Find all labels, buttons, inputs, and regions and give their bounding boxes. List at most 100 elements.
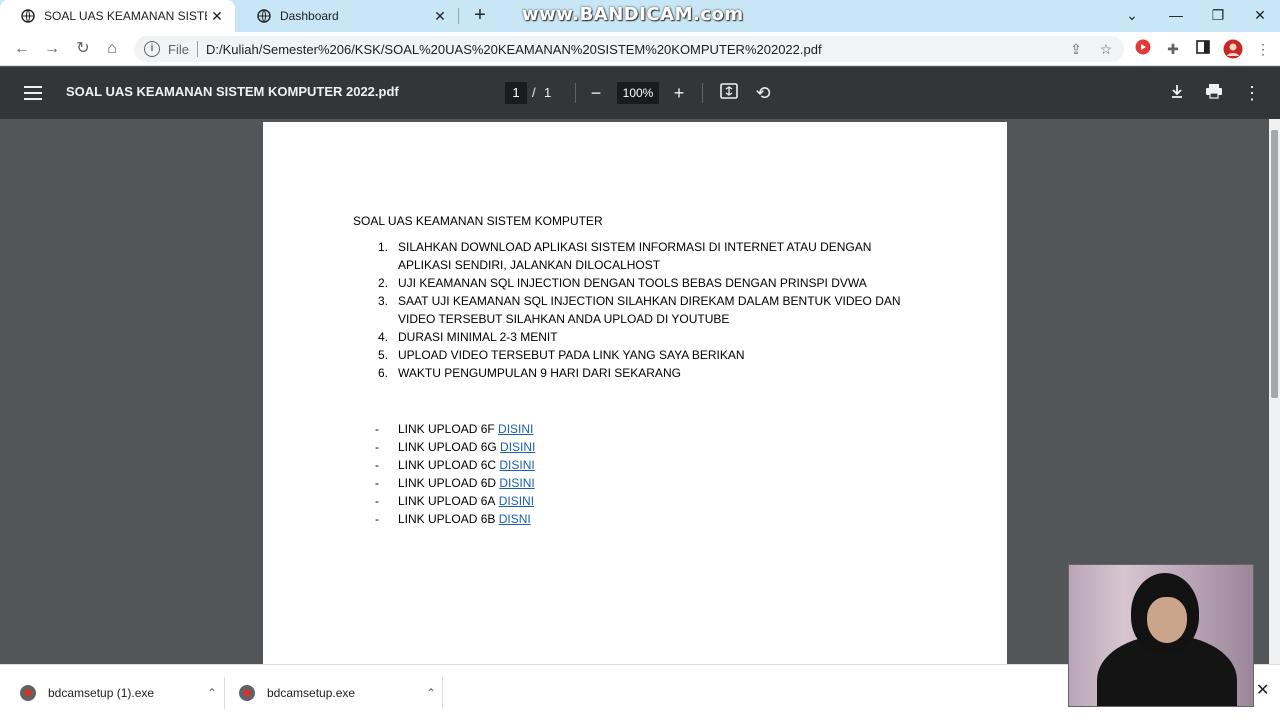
download-filename: bdcamsetup.exe: [267, 686, 356, 700]
extensions-puzzle-icon[interactable]: ✚: [1163, 39, 1183, 59]
home-button[interactable]: ⌂: [100, 37, 124, 61]
toolbar-divider: [702, 83, 703, 103]
close-window-button[interactable]: ✕: [1240, 0, 1280, 32]
download-filename: bdcamsetup (1).exe: [48, 686, 155, 700]
link-label: LINK UPLOAD 6G: [398, 440, 497, 454]
link-label: LINK UPLOAD 6D: [398, 476, 497, 490]
upload-link[interactable]: DISINI: [499, 492, 534, 510]
rotate-icon[interactable]: ⟲: [751, 81, 775, 105]
omnibox-divider: [196, 41, 198, 57]
scrollbar-thumb[interactable]: [1271, 130, 1278, 398]
upload-link[interactable]: DISINI: [498, 420, 533, 438]
globe-icon: [256, 8, 272, 24]
webcam-person-face: [1147, 597, 1187, 643]
pdf-toolbar: SOAL UAS KEAMANAN SISTEM KOMPUTER 2022.p…: [0, 67, 1280, 119]
item-text: SAAT UJI KEAMANAN SQL INJECTION SILAHKAN…: [398, 294, 901, 326]
hamburger-menu-icon[interactable]: [22, 83, 44, 103]
minimize-button[interactable]: —: [1156, 0, 1196, 32]
bullet-dash: -: [375, 422, 379, 436]
link-item: - LINK UPLOAD 6C DISINI: [353, 456, 908, 474]
item-text: WAKTU PENGUMPULAN 9 HARI DARI SEKARANG: [398, 366, 681, 380]
share-icon[interactable]: ⇪: [1066, 39, 1086, 59]
bandicam-watermark: www.BANDICAM.com: [522, 4, 744, 25]
download-divider: [442, 677, 443, 709]
upload-link-list: - LINK UPLOAD 6F DISINI - LINK UPLOAD 6G D…: [353, 420, 908, 528]
print-icon[interactable]: [1202, 81, 1226, 105]
tab-search-icon[interactable]: ⌄: [1112, 0, 1152, 32]
bullet-dash: -: [375, 440, 379, 454]
zoom-out-button[interactable]: −: [584, 81, 608, 105]
address-bar[interactable]: i File D:/Kuliah/Semester%206/KSK/SOAL%2…: [134, 36, 1124, 62]
download-item[interactable]: bdcamsetup (1).exe ⌃: [0, 665, 222, 720]
item-number: 4.: [377, 330, 388, 344]
tab-soal-uas[interactable]: SOAL UAS KEAMANAN SISTEM K ✕: [0, 0, 235, 32]
download-icon[interactable]: [1165, 81, 1189, 105]
close-icon[interactable]: ✕: [207, 8, 227, 25]
link-label: LINK UPLOAD 6F: [398, 422, 495, 436]
browser-toolbar: ← → ↻ ⌂ i File D:/Kuliah/Semester%206/KS…: [0, 32, 1280, 66]
document-heading: SOAL UAS KEAMANAN SISTEM KOMPUTER: [353, 214, 603, 228]
instruction-list: 1. SILAHKAN DOWNLOAD APLIKASI SISTEM INFO…: [353, 238, 908, 382]
link-item: - LINK UPLOAD 6B DISNI: [353, 510, 908, 528]
pdf-page: SOAL UAS KEAMANAN SISTEM KOMPUTER 1. SILA…: [263, 122, 1007, 682]
bullet-dash: -: [375, 494, 379, 508]
item-number: 3.: [377, 294, 388, 308]
extension-red-icon[interactable]: [1133, 39, 1153, 59]
bullet-dash: -: [375, 512, 379, 526]
fit-page-icon[interactable]: [717, 81, 741, 105]
webcam-overlay: [1068, 564, 1254, 707]
download-item[interactable]: bdcamsetup.exe ⌃: [219, 665, 441, 720]
list-item: 2. UJI KEAMANAN SQL INJECTION DENGAN TOOL…: [353, 274, 908, 292]
link-item: - LINK UPLOAD 6D DISINI: [353, 474, 908, 492]
close-downloads-icon[interactable]: ✕: [1256, 680, 1269, 700]
list-item: 5. UPLOAD VIDEO TERSEBUT PADA LINK YANG S…: [353, 346, 908, 364]
zoom-level-input[interactable]: 100%: [617, 82, 659, 104]
tab-dashboard[interactable]: Dashboard ✕: [236, 0, 458, 32]
zoom-in-button[interactable]: +: [667, 81, 691, 105]
bandicam-file-icon: [239, 685, 255, 701]
profile-avatar-icon[interactable]: [1223, 39, 1243, 59]
forward-button[interactable]: →: [40, 37, 64, 61]
link-item: - LINK UPLOAD 6F DISINI: [353, 420, 908, 438]
pdf-title: SOAL UAS KEAMANAN SISTEM KOMPUTER 2022.p…: [66, 84, 399, 99]
link-label: LINK UPLOAD 6B: [398, 512, 496, 526]
upload-link[interactable]: DISINI: [499, 456, 534, 474]
info-icon[interactable]: i: [144, 41, 160, 57]
list-item: 1. SILAHKAN DOWNLOAD APLIKASI SISTEM INFO…: [353, 238, 908, 274]
link-item: - LINK UPLOAD 6A DISINI: [353, 492, 908, 510]
back-button[interactable]: ←: [10, 37, 34, 61]
item-text: UJI KEAMANAN SQL INJECTION DENGAN TOOLS …: [398, 276, 867, 290]
document-content: SOAL UAS KEAMANAN SISTEM KOMPUTER 1. SILA…: [353, 214, 908, 528]
list-item: 3. SAAT UJI KEAMANAN SQL INJECTION SILAHK…: [353, 292, 908, 328]
url-text[interactable]: D:/Kuliah/Semester%206/KSK/SOAL%20UAS%20…: [206, 42, 822, 57]
item-number: 6.: [377, 366, 388, 380]
item-number: 2.: [377, 276, 388, 290]
globe-icon: [20, 8, 36, 24]
item-text: SILAHKAN DOWNLOAD APLIKASI SISTEM INFORM…: [398, 240, 872, 272]
upload-link[interactable]: DISINI: [500, 438, 535, 456]
bullet-dash: -: [375, 458, 379, 472]
page-separator: /: [532, 85, 536, 100]
bookmark-star-icon[interactable]: ☆: [1096, 39, 1116, 59]
item-text: UPLOAD VIDEO TERSEBUT PADA LINK YANG SAY…: [398, 348, 745, 362]
total-pages: 1: [544, 85, 552, 100]
reload-button[interactable]: ↻: [71, 37, 95, 61]
upload-link[interactable]: DISNI: [499, 510, 531, 528]
side-panel-icon[interactable]: [1193, 39, 1213, 59]
bandicam-file-icon: [20, 685, 36, 701]
new-tab-button[interactable]: +: [468, 4, 492, 28]
tab-title: SOAL UAS KEAMANAN SISTEM K: [44, 9, 207, 23]
item-number: 1.: [377, 240, 388, 254]
restore-button[interactable]: ❐: [1198, 0, 1238, 32]
upload-link[interactable]: DISINI: [499, 474, 534, 492]
close-icon[interactable]: ✕: [430, 8, 450, 25]
link-label: LINK UPLOAD 6C: [398, 458, 497, 472]
tab-title: Dashboard: [280, 9, 339, 23]
item-text: DURASI MINIMAL 2-3 MENIT: [398, 330, 558, 344]
item-number: 5.: [377, 348, 388, 362]
more-options-icon[interactable]: ⋮: [1240, 81, 1264, 105]
browser-menu-icon[interactable]: ⋮: [1253, 39, 1273, 59]
page-number-input[interactable]: 1: [505, 82, 527, 104]
chevron-up-icon[interactable]: ⌃: [421, 686, 441, 700]
tab-strip: SOAL UAS KEAMANAN SISTEM K ✕ Dashboard ✕…: [0, 0, 1280, 32]
